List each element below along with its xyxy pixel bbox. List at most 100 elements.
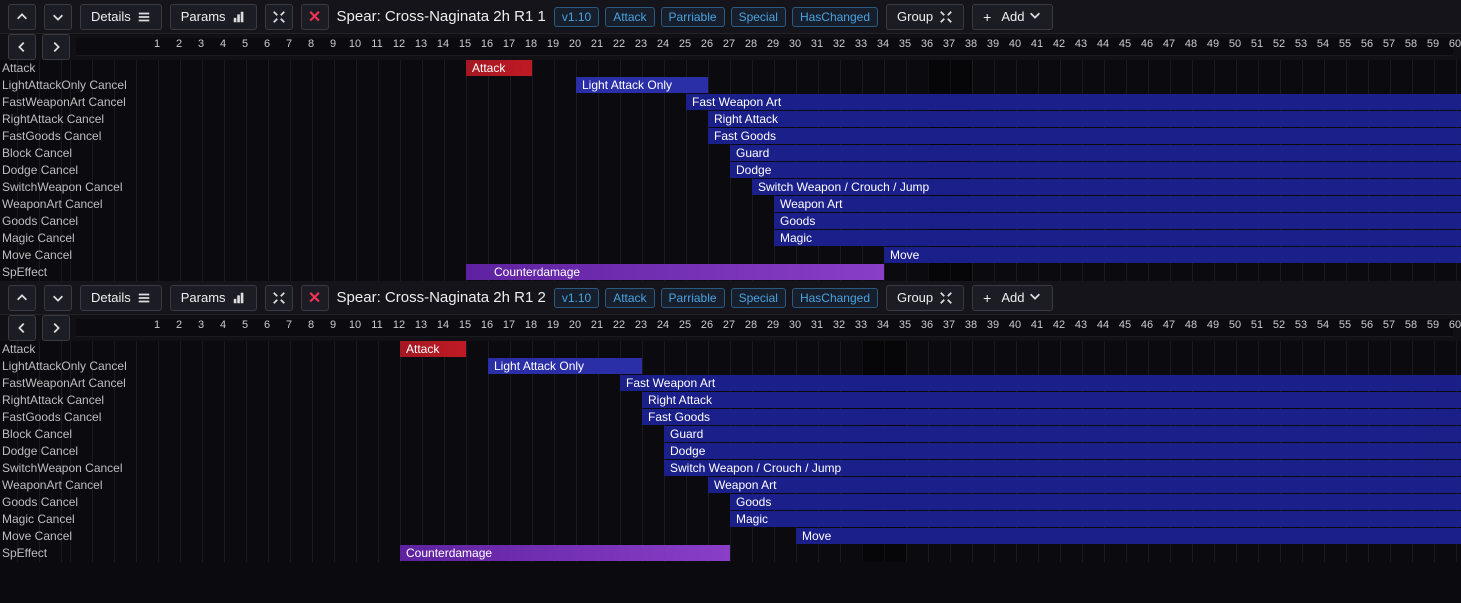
close-button[interactable]: ✕ bbox=[301, 4, 329, 30]
timeline-bar[interactable]: Right Attack bbox=[708, 111, 1461, 127]
details-button[interactable]: Details bbox=[80, 4, 162, 30]
ruler-tick: 10 bbox=[349, 319, 361, 331]
timeline-bar[interactable]: Fast Weapon Art bbox=[686, 94, 1461, 110]
timeline-bar[interactable]: Move bbox=[884, 247, 1461, 263]
timeline-bar[interactable]: Fast Goods bbox=[642, 409, 1461, 425]
group-button[interactable]: Group bbox=[886, 285, 964, 311]
timeline-bar[interactable]: Magic bbox=[730, 511, 1461, 527]
timeline-bar[interactable]: Light Attack Only bbox=[576, 77, 708, 93]
scroll-right-button[interactable] bbox=[42, 315, 70, 341]
ruler-tick: 31 bbox=[811, 38, 823, 50]
scroll-right-button[interactable] bbox=[42, 34, 70, 60]
params-button[interactable]: Params bbox=[170, 4, 257, 30]
collapse-button[interactable] bbox=[265, 4, 293, 30]
timeline-bar[interactable]: Attack bbox=[466, 60, 532, 76]
timeline-bar[interactable]: Fast Goods bbox=[708, 128, 1461, 144]
bar-label: Fast Goods bbox=[648, 410, 710, 424]
move-down-button[interactable] bbox=[44, 285, 72, 311]
move-up-button[interactable] bbox=[8, 4, 36, 30]
params-button[interactable]: Params bbox=[170, 285, 257, 311]
version-tag[interactable]: v1.10 bbox=[554, 288, 599, 308]
bar-label: Goods bbox=[736, 495, 771, 509]
ruler-tick: 17 bbox=[503, 319, 515, 331]
ruler-tick: 18 bbox=[525, 38, 537, 50]
timeline-bar[interactable]: Dodge bbox=[664, 443, 1461, 459]
add-button[interactable]: + Add bbox=[972, 4, 1053, 30]
group-button[interactable]: Group bbox=[886, 4, 964, 30]
details-button[interactable]: Details bbox=[80, 285, 162, 311]
add-label: Add bbox=[1001, 9, 1024, 24]
collapse-button[interactable] bbox=[265, 285, 293, 311]
params-label: Params bbox=[181, 9, 226, 24]
ruler-tick: 58 bbox=[1405, 319, 1417, 331]
ruler-tick: 35 bbox=[899, 38, 911, 50]
timeline-bar[interactable]: Goods bbox=[730, 494, 1461, 510]
move-down-button[interactable] bbox=[44, 4, 72, 30]
ruler-tick: 55 bbox=[1339, 38, 1351, 50]
scroll-left-button[interactable] bbox=[8, 315, 36, 341]
special-tag[interactable]: Special bbox=[731, 288, 786, 308]
bar-label: Dodge bbox=[736, 163, 771, 177]
ruler-tick: 9 bbox=[330, 319, 336, 331]
attack-tag[interactable]: Attack bbox=[605, 7, 654, 27]
ruler-tick: 60 bbox=[1449, 38, 1461, 50]
parriable-tag[interactable]: Parriable bbox=[661, 7, 725, 27]
ruler-tick: 56 bbox=[1361, 38, 1373, 50]
timeline-bar[interactable]: Counterdamage bbox=[400, 545, 730, 561]
tracks-area: AttackLightAttackOnly CancelFastWeaponAr… bbox=[0, 60, 1461, 281]
ruler-tick: 34 bbox=[877, 38, 889, 50]
frame-ruler: 1234567891011121314151617181920212223242… bbox=[76, 38, 1453, 56]
timeline-bar[interactable]: Switch Weapon / Crouch / Jump bbox=[752, 179, 1461, 195]
parriable-tag[interactable]: Parriable bbox=[661, 288, 725, 308]
ruler-tick: 13 bbox=[415, 38, 427, 50]
timeline-bar[interactable]: Dodge bbox=[730, 162, 1461, 178]
haschanged-tag[interactable]: HasChanged bbox=[792, 288, 878, 308]
special-tag[interactable]: Special bbox=[731, 7, 786, 27]
scroll-left-button[interactable] bbox=[8, 34, 36, 60]
add-button[interactable]: +Add bbox=[972, 285, 1053, 311]
ruler-tick: 39 bbox=[987, 319, 999, 331]
timeline-bar[interactable]: Guard bbox=[730, 145, 1461, 161]
timeline-bar[interactable]: Move bbox=[796, 528, 1461, 544]
panel-toolbar: DetailsParams✕Spear: Cross-Naginata 2h R… bbox=[0, 0, 1461, 34]
timeline-bar[interactable]: Counterdamage bbox=[466, 264, 884, 280]
timeline-bar[interactable]: Weapon Art bbox=[774, 196, 1461, 212]
timeline-bar[interactable]: Goods bbox=[774, 213, 1461, 229]
version-tag[interactable]: v1.10 bbox=[554, 7, 599, 27]
ruler-tick: 30 bbox=[789, 319, 801, 331]
timeline-bar[interactable]: Right Attack bbox=[642, 392, 1461, 408]
attack-tag[interactable]: Attack bbox=[605, 288, 654, 308]
panel-title: Spear: Cross-Naginata 2h R1 2 bbox=[337, 289, 546, 306]
close-button[interactable]: ✕ bbox=[301, 285, 329, 311]
timeline-bar[interactable]: Light Attack Only bbox=[488, 358, 642, 374]
bar-label: Weapon Art bbox=[780, 197, 842, 211]
ruler-tick: 19 bbox=[547, 38, 559, 50]
ruler-tick: 32 bbox=[833, 319, 845, 331]
ruler-tick: 55 bbox=[1339, 319, 1351, 331]
ruler-tick: 34 bbox=[877, 319, 889, 331]
plus-icon: + bbox=[983, 290, 991, 306]
ruler-tick: 32 bbox=[833, 38, 845, 50]
ruler-tick: 45 bbox=[1119, 319, 1131, 331]
timeline-bar[interactable]: Fast Weapon Art bbox=[620, 375, 1461, 391]
haschanged-tag[interactable]: HasChanged bbox=[792, 7, 878, 27]
plus-icon: + bbox=[983, 9, 991, 25]
bar-label: Weapon Art bbox=[714, 478, 776, 492]
ruler-tick: 11 bbox=[371, 319, 382, 331]
ruler-tick: 4 bbox=[220, 38, 226, 50]
ruler-tick: 36 bbox=[921, 38, 933, 50]
timeline-bar[interactable]: Magic bbox=[774, 230, 1461, 246]
bar-label: Light Attack Only bbox=[582, 78, 672, 92]
timeline-bar[interactable]: Guard bbox=[664, 426, 1461, 442]
bar-label: Guard bbox=[670, 427, 703, 441]
ruler-tick: 56 bbox=[1361, 319, 1373, 331]
move-up-button[interactable] bbox=[8, 285, 36, 311]
ruler-tick: 6 bbox=[264, 38, 270, 50]
ruler-tick: 8 bbox=[308, 319, 314, 331]
timeline-bar[interactable]: Weapon Art bbox=[708, 477, 1461, 493]
ruler-tick: 29 bbox=[767, 38, 779, 50]
bar-label: Right Attack bbox=[648, 393, 712, 407]
timeline-bar[interactable]: Attack bbox=[400, 341, 466, 357]
timeline-bar[interactable]: Switch Weapon / Crouch / Jump bbox=[664, 460, 1461, 476]
bar-label: Move bbox=[890, 248, 919, 262]
